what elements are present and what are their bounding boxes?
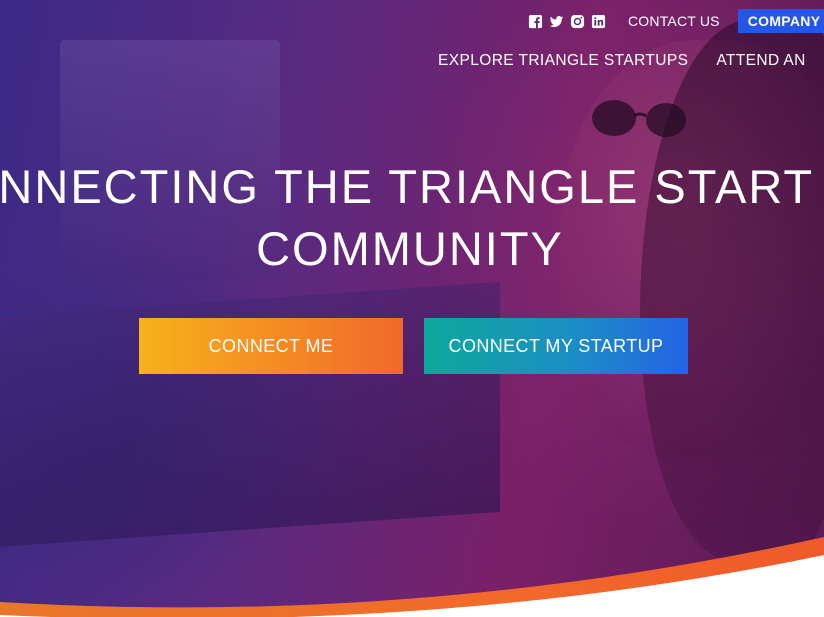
- connect-me-button[interactable]: CONNECT ME: [139, 318, 403, 374]
- background-hair: [640, 20, 824, 560]
- nav-explore-startups[interactable]: EXPLORE TRIANGLE STARTUPS: [438, 52, 688, 70]
- headline-line-1: ONNECTING THE TRIANGLE START: [0, 160, 815, 213]
- social-links: [528, 14, 606, 29]
- connect-my-startup-button[interactable]: CONNECT MY STARTUP: [424, 318, 688, 374]
- company-button[interactable]: COMPANY: [737, 9, 824, 33]
- bottom-wave: [0, 537, 824, 617]
- contact-us-link[interactable]: CONTACT US: [628, 13, 720, 29]
- facebook-icon[interactable]: [528, 14, 543, 29]
- sunglasses-graphic: [592, 100, 686, 137]
- hero-headline: ONNECTING THE TRIANGLE START COMMUNITY: [0, 156, 824, 280]
- linkedin-icon[interactable]: [591, 14, 606, 29]
- main-nav: EXPLORE TRIANGLE STARTUPS ATTEND AN: [438, 52, 824, 70]
- utility-bar: CONTACT US COMPANY: [528, 9, 824, 33]
- instagram-icon[interactable]: [570, 14, 585, 29]
- twitter-icon[interactable]: [549, 14, 564, 29]
- nav-attend-events[interactable]: ATTEND AN: [716, 52, 805, 70]
- hero-section: CONTACT US COMPANY EXPLORE TRIANGLE STAR…: [0, 0, 824, 617]
- headline-line-2: COMMUNITY: [256, 222, 564, 275]
